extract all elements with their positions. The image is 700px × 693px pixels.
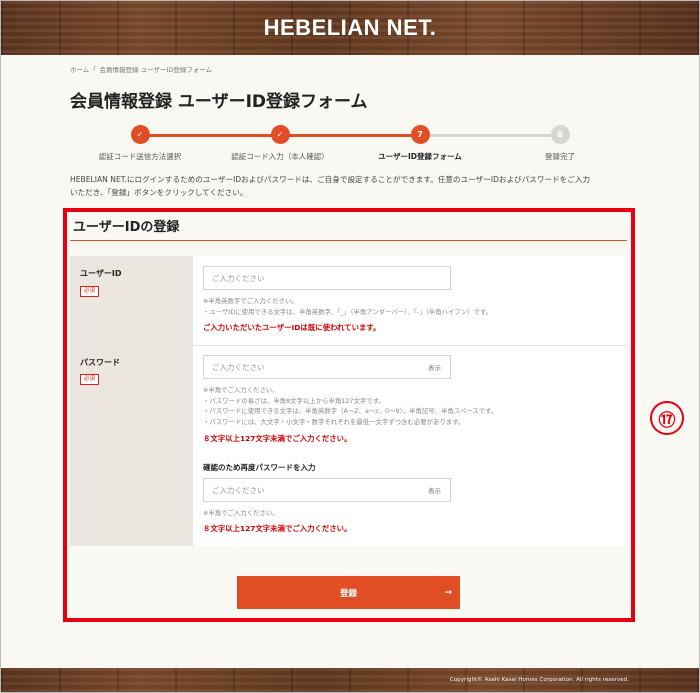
step-label: 登録完了	[545, 152, 575, 161]
annotation-highlight-box	[63, 208, 635, 622]
step-label: 認証コード入力（本人確認）	[231, 152, 329, 161]
breadcrumb-current: 会員情報登録 ユーザーID登録フォーム	[99, 66, 213, 74]
site-header: HEBELIAN NET.	[1, 1, 699, 55]
step-4: 8 登録完了	[490, 125, 630, 162]
step-number: 8	[550, 125, 570, 144]
annotation-number-badge: ⑰	[650, 401, 684, 435]
breadcrumb-home-link[interactable]: ホーム	[70, 64, 89, 74]
check-icon: ✓	[130, 125, 150, 144]
step-number: 7	[410, 125, 430, 144]
progress-steps: ✓ 認証コード送信方法選択 ✓ 認証コード入力（本人確認） 7 ユーザーID登録…	[70, 125, 630, 165]
intro-line-2: いただき、「登録」ボタンをクリックしてください。	[70, 188, 248, 197]
site-logo[interactable]: HEBELIAN NET.	[264, 15, 437, 41]
intro-line-1: HEBELIAN NET.にログインするためのユーザーIDおよびパスワードは、ご…	[70, 175, 591, 184]
step-label: ユーザーID登録フォーム	[378, 152, 462, 161]
step-1: ✓ 認証コード送信方法選択	[70, 125, 210, 162]
step-3: 7 ユーザーID登録フォーム	[350, 125, 490, 162]
page-title: 会員情報登録 ユーザーID登録フォーム	[70, 92, 368, 112]
intro-text: HEBELIAN NET.にログインするためのユーザーIDおよびパスワードは、ご…	[70, 173, 630, 199]
breadcrumb: ホーム / 会員情報登録 ユーザーID登録フォーム	[70, 64, 212, 74]
check-icon: ✓	[270, 125, 290, 144]
site-footer: Copyright© Asahi Kasei Homes Corporation…	[1, 668, 699, 692]
step-2: ✓ 認証コード入力（本人確認）	[210, 125, 350, 162]
breadcrumb-separator: /	[93, 64, 96, 72]
step-label: 認証コード送信方法選択	[98, 152, 182, 161]
copyright-text: Copyright© Asahi Kasei Homes Corporation…	[449, 677, 629, 683]
